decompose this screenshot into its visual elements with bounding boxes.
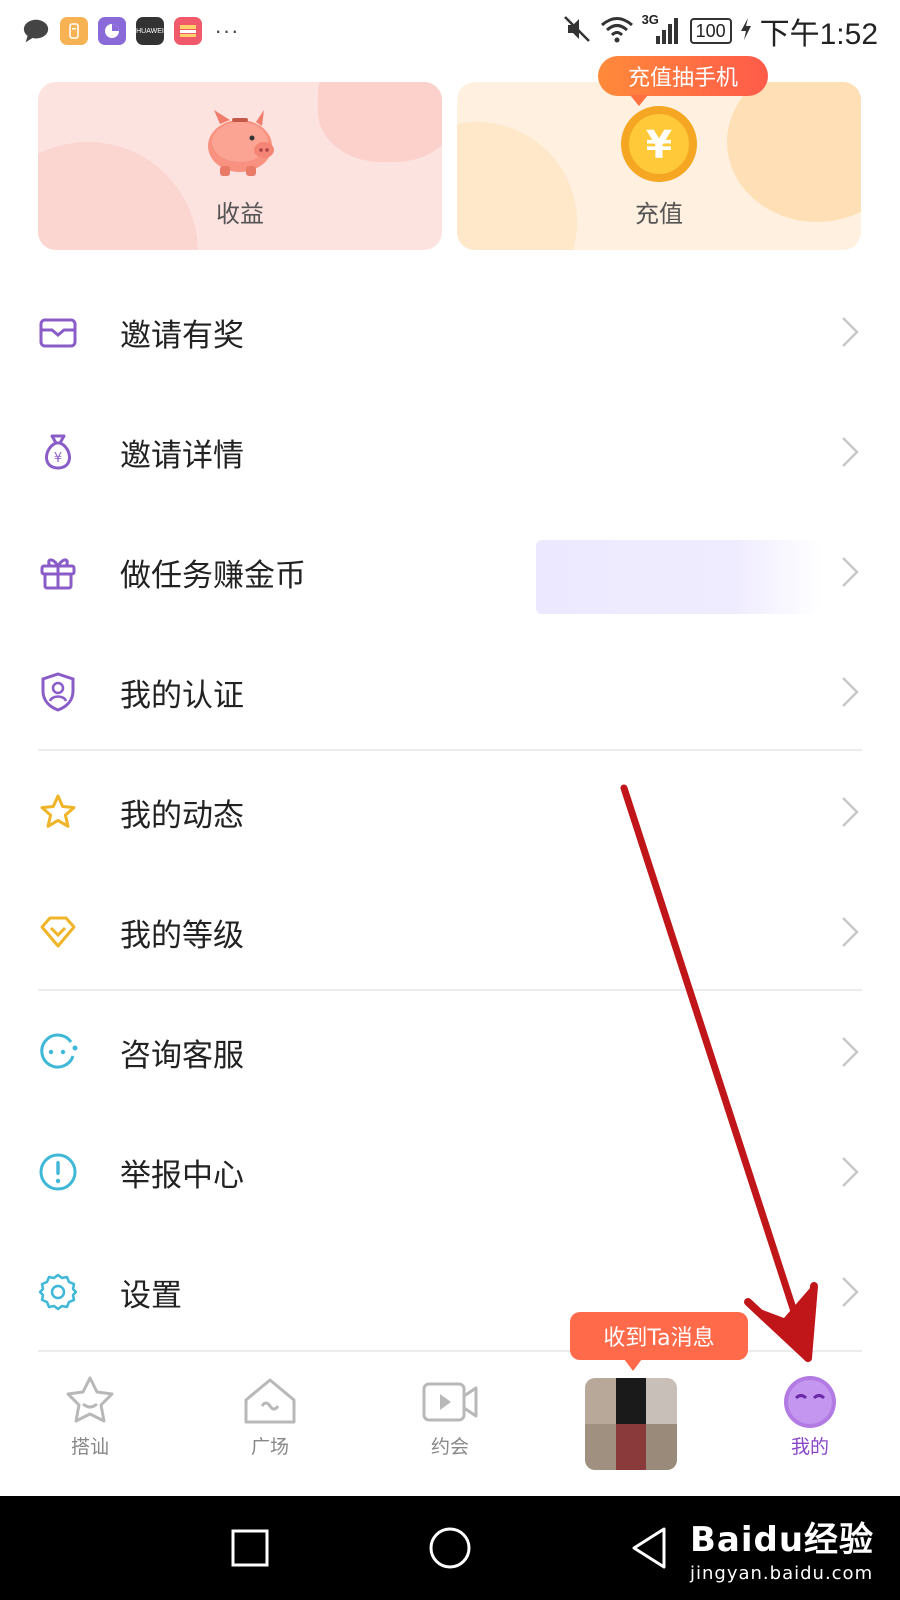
menu-item-my-level[interactable]: 我的等级: [0, 882, 900, 982]
yuan-coin-icon: ¥: [619, 104, 699, 188]
chevron-right-icon: [842, 437, 859, 467]
svg-text:¥: ¥: [54, 451, 62, 466]
menu-item-report-center[interactable]: 举报中心: [0, 1122, 900, 1222]
money-bag-icon: ¥: [36, 430, 80, 474]
back-button[interactable]: [626, 1524, 674, 1572]
menu-label: 做任务赚金币: [120, 557, 306, 594]
chevron-right-icon: [842, 917, 859, 947]
menu-item-settings[interactable]: 设置: [0, 1242, 900, 1342]
gift-icon: [36, 550, 80, 594]
chevron-right-icon: [842, 1157, 859, 1187]
recharge-promo-badge[interactable]: 充值抽手机: [598, 56, 768, 106]
tab-label: 搭讪: [70, 1436, 109, 1458]
shield-user-icon: [36, 670, 80, 714]
video-icon: [422, 1382, 478, 1422]
chevron-right-icon: [842, 557, 859, 587]
star-icon: [36, 790, 80, 834]
wifi-icon: [600, 15, 634, 48]
message-avatar[interactable]: [585, 1378, 677, 1470]
menu-label: 我的等级: [120, 917, 244, 954]
home-button[interactable]: [426, 1524, 474, 1572]
profile-face-icon: [784, 1376, 836, 1428]
watermark-url: jingyan.baidu.com: [690, 1563, 874, 1584]
menu-label: 我的认证: [120, 677, 244, 714]
divider: [38, 989, 862, 991]
chevron-right-icon: [842, 797, 859, 827]
diamond-icon: [36, 910, 80, 954]
menu-item-my-verification[interactable]: 我的认证: [0, 642, 900, 742]
tab-mine[interactable]: 我的: [720, 1352, 900, 1460]
earnings-card[interactable]: 收益: [38, 82, 442, 250]
tab-square[interactable]: 广场: [180, 1352, 360, 1460]
menu-label: 设置: [120, 1277, 182, 1314]
chevron-right-icon: [842, 677, 859, 707]
huawei-app-icon: [174, 17, 202, 45]
huawei-icon: HUAWEI: [136, 17, 164, 45]
redacted-area: [536, 540, 822, 614]
menu-label: 咨询客服: [120, 1037, 244, 1074]
chart-app-icon: [98, 17, 126, 45]
recent-apps-button[interactable]: [226, 1524, 274, 1572]
more-notifications-icon: ···: [214, 18, 240, 43]
house-icon: [244, 1378, 296, 1424]
svg-text:¥: ¥: [646, 123, 672, 167]
network-type: 3G: [641, 12, 659, 27]
card-decoration: [318, 82, 442, 162]
earnings-label: 收益: [216, 200, 264, 228]
status-time: 下午1:52: [759, 18, 878, 51]
notification-icons: HUAWEI ···: [22, 17, 242, 45]
watermark-logo: Baidu经验: [690, 1520, 875, 1560]
divider: [38, 749, 862, 751]
chevron-right-icon: [842, 1037, 859, 1067]
bottom-tab-bar: 搭讪 广场 约会 我的: [0, 1352, 900, 1460]
chat-icon: [22, 17, 50, 45]
mute-icon: [562, 14, 592, 49]
baidu-jingyan-watermark: Baidu经验 jingyan.baidu.com: [690, 1512, 890, 1592]
menu-label: 我的动态: [120, 797, 244, 834]
menu-item-invite-details[interactable]: ¥ 邀请详情: [0, 402, 900, 502]
menu-label: 邀请有奖: [120, 317, 244, 354]
card-decoration: [457, 122, 577, 250]
chat-support-icon: [36, 1030, 80, 1074]
settings-icon: [36, 1270, 80, 1314]
tab-dating[interactable]: 约会: [360, 1352, 540, 1460]
menu-item-invite-reward[interactable]: 邀请有奖: [0, 282, 900, 382]
chevron-right-icon: [842, 1277, 859, 1307]
file-icon: [60, 17, 88, 45]
chevron-right-icon: [842, 317, 859, 347]
menu-item-my-posts[interactable]: 我的动态: [0, 762, 900, 862]
alert-icon: [36, 1150, 80, 1194]
tab-label: 约会: [430, 1436, 469, 1458]
recharge-label: 充值: [635, 200, 683, 228]
menu-label: 邀请详情: [120, 437, 244, 474]
envelope-icon: [36, 310, 80, 354]
battery-indicator: 100: [689, 18, 732, 44]
tab-label: 广场: [250, 1436, 289, 1458]
new-message-badge[interactable]: 收到Ta消息: [570, 1312, 748, 1371]
charging-icon: [740, 17, 752, 46]
menu-label: 举报中心: [120, 1157, 244, 1194]
status-right: 3G 100 下午1:52: [562, 9, 878, 53]
recharge-card[interactable]: ¥ 充值: [457, 82, 861, 250]
tab-label: 我的: [790, 1436, 829, 1458]
star-face-icon: [66, 1376, 114, 1423]
status-bar: HUAWEI ··· 3G 100 下午1:52: [0, 0, 900, 62]
signal-icon: 3G: [642, 12, 682, 46]
tab-chat-up[interactable]: 搭讪: [0, 1352, 180, 1460]
menu-item-customer-service[interactable]: 咨询客服: [0, 1002, 900, 1102]
piggy-bank-icon: [198, 104, 282, 184]
